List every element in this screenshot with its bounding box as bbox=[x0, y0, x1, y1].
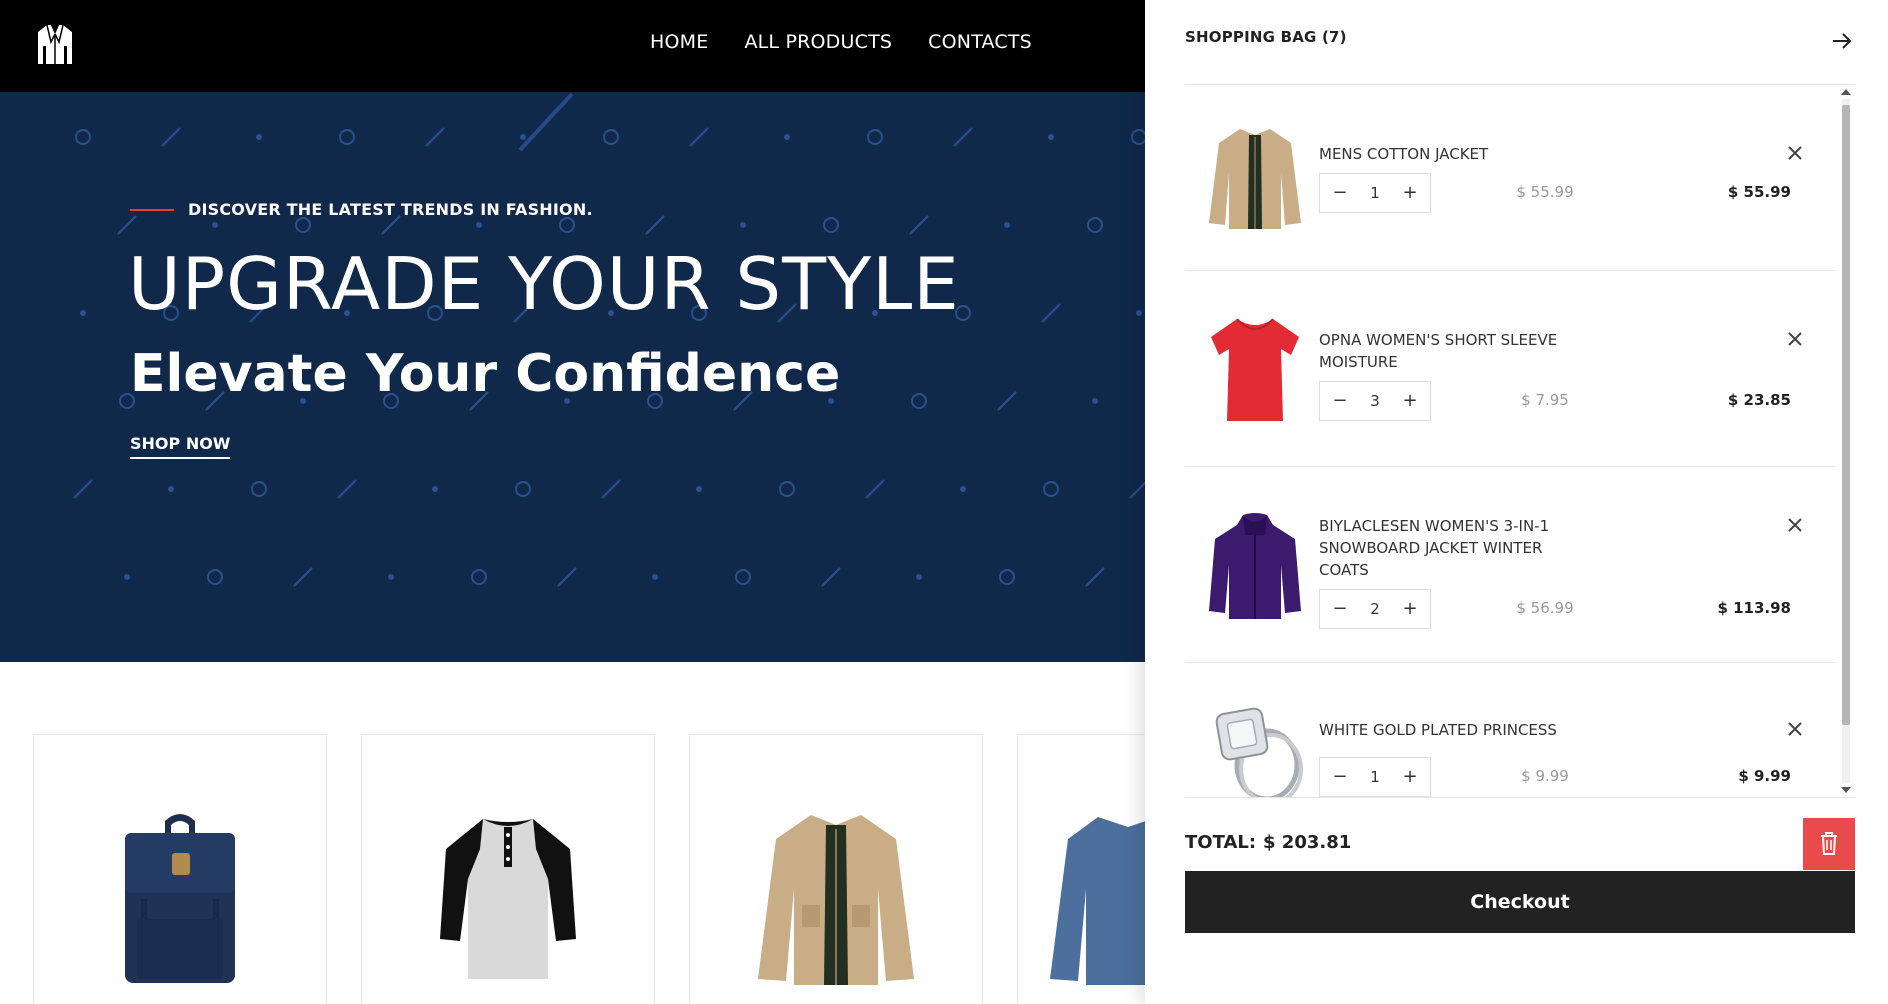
scroll-up-arrow-icon[interactable] bbox=[1841, 89, 1851, 95]
increase-button[interactable]: + bbox=[1400, 767, 1420, 787]
close-icon[interactable] bbox=[1785, 719, 1805, 739]
cart-items-list[interactable]: MENS COTTON JACKET − 1 + $ 55.99 $ 55.99 bbox=[1185, 85, 1835, 797]
site-header: HOME ALL PRODUCTS CONTACTS bbox=[0, 0, 1145, 92]
close-icon[interactable] bbox=[1785, 515, 1805, 535]
unit-price: $ 56.99 bbox=[1516, 599, 1574, 617]
checkout-button[interactable]: Checkout bbox=[1185, 871, 1855, 933]
navy-backpack-icon bbox=[125, 814, 235, 983]
shopping-bag-drawer: SHOPPING BAG (7) MENS COTTON JACKET − 1 … bbox=[1145, 0, 1888, 1004]
increase-button[interactable]: + bbox=[1400, 599, 1420, 619]
divider bbox=[1185, 797, 1855, 798]
cart-item-name: BIYLACLESEN WOMEN'S 3-IN-1 SNOWBOARD JAC… bbox=[1319, 517, 1550, 579]
cart-scrollbar[interactable] bbox=[1838, 85, 1854, 797]
page: HOME ALL PRODUCTS CONTACTS DISCOVER THE … bbox=[0, 0, 1888, 1004]
diamond-ring-icon bbox=[1215, 707, 1303, 797]
hero-banner: DISCOVER THE LATEST TRENDS IN FASHION. U… bbox=[0, 92, 1145, 662]
increase-button[interactable]: + bbox=[1400, 391, 1420, 411]
product-card[interactable] bbox=[689, 734, 983, 1004]
cart-item-name: WHITE GOLD PLATED PRINCESS bbox=[1319, 721, 1557, 739]
total-value: $ 203.81 bbox=[1263, 832, 1352, 853]
line-total: $ 113.98 bbox=[1717, 599, 1791, 617]
shop-now-link[interactable]: SHOP NOW bbox=[130, 434, 231, 459]
product-card[interactable] bbox=[361, 734, 655, 1004]
quantity-value: 3 bbox=[1370, 392, 1380, 410]
unit-price: $ 55.99 bbox=[1516, 183, 1574, 201]
khaki-jacket-icon bbox=[1209, 129, 1301, 229]
cart-item: OPNA WOMEN'S SHORT SLEEVE MOISTURE − 3 +… bbox=[1185, 271, 1835, 467]
product-grid bbox=[33, 734, 1311, 1004]
total-label: TOTAL: bbox=[1185, 832, 1257, 853]
clear-cart-button[interactable] bbox=[1803, 818, 1855, 870]
trash-icon bbox=[1821, 832, 1837, 855]
khaki-jacket-icon bbox=[758, 815, 914, 985]
decrease-button[interactable]: − bbox=[1330, 767, 1350, 787]
decrease-button[interactable]: − bbox=[1330, 599, 1350, 619]
quantity-stepper: − 1 + bbox=[1319, 173, 1431, 213]
line-total: $ 55.99 bbox=[1727, 183, 1791, 201]
cart-item-name: OPNA WOMEN'S SHORT SLEEVE MOISTURE bbox=[1319, 331, 1558, 371]
nav-contacts[interactable]: CONTACTS bbox=[928, 31, 1032, 53]
raglan-henley-shirt-icon bbox=[440, 819, 576, 979]
scroll-thumb[interactable] bbox=[1842, 105, 1850, 725]
scroll-down-arrow-icon[interactable] bbox=[1841, 787, 1851, 793]
decrease-button[interactable]: − bbox=[1330, 391, 1350, 411]
quantity-value: 1 bbox=[1370, 184, 1380, 202]
red-tshirt-icon bbox=[1211, 318, 1299, 421]
unit-price: $ 9.99 bbox=[1521, 767, 1569, 785]
drawer-header: SHOPPING BAG (7) bbox=[1185, 28, 1855, 56]
quantity-stepper: − 1 + bbox=[1319, 757, 1431, 797]
hero-title: UPGRADE YOUR STYLE bbox=[128, 242, 960, 326]
drawer-title: SHOPPING BAG (7) bbox=[1185, 28, 1347, 46]
product-card[interactable] bbox=[33, 734, 327, 1004]
cart-item: WHITE GOLD PLATED PRINCESS − 1 + $ 9.99 … bbox=[1185, 663, 1835, 797]
quantity-stepper: − 3 + bbox=[1319, 381, 1431, 421]
line-total: $ 9.99 bbox=[1738, 767, 1791, 785]
nav-all-products[interactable]: ALL PRODUCTS bbox=[744, 31, 892, 53]
hero-subtitle: Elevate Your Confidence bbox=[130, 344, 841, 404]
line-total: $ 23.85 bbox=[1727, 391, 1791, 409]
close-icon[interactable] bbox=[1785, 143, 1805, 163]
cart-item-name: MENS COTTON JACKET bbox=[1319, 145, 1489, 163]
suit-logo-icon[interactable] bbox=[32, 20, 78, 66]
quantity-stepper: − 2 + bbox=[1319, 589, 1431, 629]
close-icon[interactable] bbox=[1785, 329, 1805, 349]
cart-item: MENS COTTON JACKET − 1 + $ 55.99 $ 55.99 bbox=[1185, 85, 1835, 271]
nav-home[interactable]: HOME bbox=[650, 31, 708, 53]
quantity-value: 1 bbox=[1370, 768, 1380, 786]
decrease-button[interactable]: − bbox=[1330, 183, 1350, 203]
main-nav: HOME ALL PRODUCTS CONTACTS bbox=[650, 31, 1032, 53]
cart-item: BIYLACLESEN WOMEN'S 3-IN-1 SNOWBOARD JAC… bbox=[1185, 467, 1835, 663]
unit-price: $ 7.95 bbox=[1521, 391, 1569, 409]
hero-kicker: DISCOVER THE LATEST TRENDS IN FASHION. bbox=[130, 200, 593, 219]
increase-button[interactable]: + bbox=[1400, 183, 1420, 203]
quantity-value: 2 bbox=[1370, 600, 1380, 618]
arrow-right-icon[interactable] bbox=[1829, 28, 1855, 54]
purple-jacket-icon bbox=[1209, 513, 1301, 619]
hero-kicker-text: DISCOVER THE LATEST TRENDS IN FASHION. bbox=[188, 200, 593, 219]
kicker-accent-line bbox=[130, 208, 174, 211]
